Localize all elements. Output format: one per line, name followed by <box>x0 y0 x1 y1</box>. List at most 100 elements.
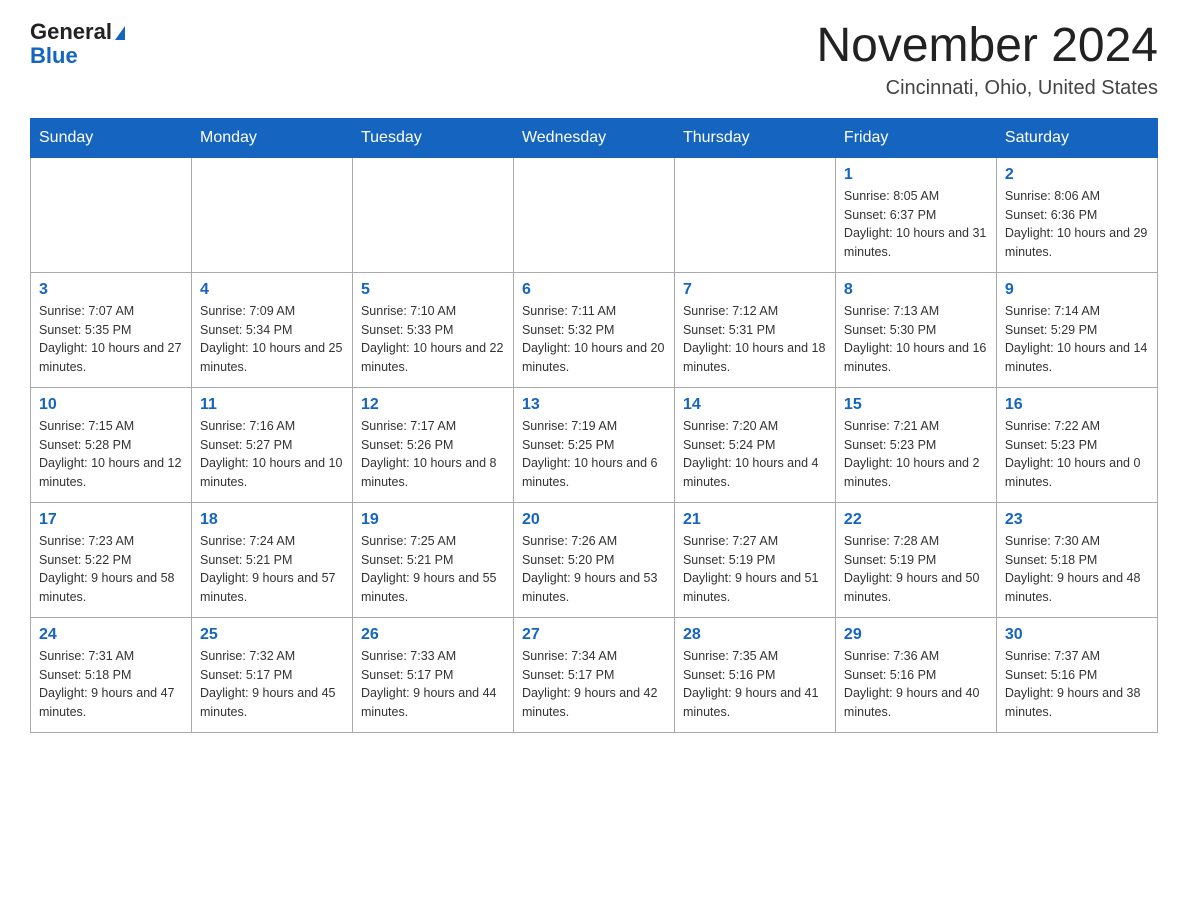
day-info: Sunrise: 7:32 AMSunset: 5:17 PMDaylight:… <box>200 647 344 722</box>
day-number: 14 <box>683 396 827 414</box>
calendar-day-cell: 5 Sunrise: 7:10 AMSunset: 5:33 PMDaylight… <box>352 272 513 387</box>
day-of-week-header: Thursday <box>674 118 835 157</box>
day-info: Sunrise: 7:16 AMSunset: 5:27 PMDaylight:… <box>200 417 344 492</box>
day-of-week-header: Tuesday <box>352 118 513 157</box>
calendar-day-cell: 24 Sunrise: 7:31 AMSunset: 5:18 PMDayligh… <box>31 617 192 732</box>
day-number: 29 <box>844 626 988 644</box>
day-info: Sunrise: 7:28 AMSunset: 5:19 PMDaylight:… <box>844 532 988 607</box>
calendar-day-cell <box>191 157 352 272</box>
day-info: Sunrise: 7:09 AMSunset: 5:34 PMDaylight:… <box>200 302 344 377</box>
calendar-day-cell: 9 Sunrise: 7:14 AMSunset: 5:29 PMDaylight… <box>996 272 1157 387</box>
calendar-day-cell <box>352 157 513 272</box>
calendar-day-cell: 22 Sunrise: 7:28 AMSunset: 5:19 PMDayligh… <box>835 502 996 617</box>
day-number: 30 <box>1005 626 1149 644</box>
day-info: Sunrise: 8:06 AMSunset: 6:36 PMDaylight:… <box>1005 187 1149 262</box>
calendar-day-cell: 21Sunrise: 7:27 AMSunset: 5:19 PMDayligh… <box>674 502 835 617</box>
calendar-day-cell: 10 Sunrise: 7:15 AMSunset: 5:28 PMDayligh… <box>31 387 192 502</box>
calendar-day-cell: 15Sunrise: 7:21 AMSunset: 5:23 PMDayligh… <box>835 387 996 502</box>
calendar-body: 1 Sunrise: 8:05 AMSunset: 6:37 PMDaylight… <box>31 157 1158 732</box>
day-number: 19 <box>361 511 505 529</box>
day-number: 11 <box>200 396 344 414</box>
day-info: Sunrise: 7:35 AMSunset: 5:16 PMDaylight:… <box>683 647 827 722</box>
day-info: Sunrise: 7:17 AMSunset: 5:26 PMDaylight:… <box>361 417 505 492</box>
day-info: Sunrise: 7:31 AMSunset: 5:18 PMDaylight:… <box>39 647 183 722</box>
day-info: Sunrise: 7:34 AMSunset: 5:17 PMDaylight:… <box>522 647 666 722</box>
day-info: Sunrise: 8:05 AMSunset: 6:37 PMDaylight:… <box>844 187 988 262</box>
day-info: Sunrise: 7:13 AMSunset: 5:30 PMDaylight:… <box>844 302 988 377</box>
header-row: SundayMondayTuesdayWednesdayThursdayFrid… <box>31 118 1158 157</box>
calendar-day-cell: 30Sunrise: 7:37 AMSunset: 5:16 PMDayligh… <box>996 617 1157 732</box>
day-info: Sunrise: 7:33 AMSunset: 5:17 PMDaylight:… <box>361 647 505 722</box>
day-of-week-header: Sunday <box>31 118 192 157</box>
logo-bottom-row: Blue <box>30 44 78 68</box>
day-number: 22 <box>844 511 988 529</box>
logo-triangle-icon <box>115 26 125 40</box>
calendar-week-row: 3 Sunrise: 7:07 AMSunset: 5:35 PMDaylight… <box>31 272 1158 387</box>
calendar-week-row: 17 Sunrise: 7:23 AMSunset: 5:22 PMDayligh… <box>31 502 1158 617</box>
day-number: 12 <box>361 396 505 414</box>
day-number: 23 <box>1005 511 1149 529</box>
day-info: Sunrise: 7:10 AMSunset: 5:33 PMDaylight:… <box>361 302 505 377</box>
calendar-day-cell: 7Sunrise: 7:12 AMSunset: 5:31 PMDaylight… <box>674 272 835 387</box>
logo-top-row: General <box>30 20 125 44</box>
calendar-header: SundayMondayTuesdayWednesdayThursdayFrid… <box>31 118 1158 157</box>
day-number: 27 <box>522 626 666 644</box>
day-info: Sunrise: 7:30 AMSunset: 5:18 PMDaylight:… <box>1005 532 1149 607</box>
day-info: Sunrise: 7:20 AMSunset: 5:24 PMDaylight:… <box>683 417 827 492</box>
day-number: 3 <box>39 281 183 299</box>
calendar-day-cell: 17 Sunrise: 7:23 AMSunset: 5:22 PMDayligh… <box>31 502 192 617</box>
day-info: Sunrise: 7:22 AMSunset: 5:23 PMDaylight:… <box>1005 417 1149 492</box>
location-text: Cincinnati, Ohio, United States <box>816 77 1158 100</box>
day-info: Sunrise: 7:24 AMSunset: 5:21 PMDaylight:… <box>200 532 344 607</box>
calendar-day-cell: 23 Sunrise: 7:30 AMSunset: 5:18 PMDayligh… <box>996 502 1157 617</box>
calendar-day-cell: 27 Sunrise: 7:34 AMSunset: 5:17 PMDayligh… <box>513 617 674 732</box>
day-number: 25 <box>200 626 344 644</box>
calendar-day-cell: 14 Sunrise: 7:20 AMSunset: 5:24 PMDayligh… <box>674 387 835 502</box>
calendar-day-cell: 29 Sunrise: 7:36 AMSunset: 5:16 PMDayligh… <box>835 617 996 732</box>
calendar-day-cell: 2 Sunrise: 8:06 AMSunset: 6:36 PMDaylight… <box>996 157 1157 272</box>
day-of-week-header: Monday <box>191 118 352 157</box>
day-number: 17 <box>39 511 183 529</box>
calendar-table: SundayMondayTuesdayWednesdayThursdayFrid… <box>30 118 1158 733</box>
day-number: 26 <box>361 626 505 644</box>
day-info: Sunrise: 7:36 AMSunset: 5:16 PMDaylight:… <box>844 647 988 722</box>
day-number: 4 <box>200 281 344 299</box>
day-number: 20 <box>522 511 666 529</box>
calendar-week-row: 24 Sunrise: 7:31 AMSunset: 5:18 PMDayligh… <box>31 617 1158 732</box>
calendar-day-cell: 26 Sunrise: 7:33 AMSunset: 5:17 PMDayligh… <box>352 617 513 732</box>
day-info: Sunrise: 7:07 AMSunset: 5:35 PMDaylight:… <box>39 302 183 377</box>
calendar-day-cell: 28Sunrise: 7:35 AMSunset: 5:16 PMDayligh… <box>674 617 835 732</box>
calendar-day-cell: 1 Sunrise: 8:05 AMSunset: 6:37 PMDaylight… <box>835 157 996 272</box>
calendar-day-cell: 6Sunrise: 7:11 AMSunset: 5:32 PMDaylight… <box>513 272 674 387</box>
day-info: Sunrise: 7:25 AMSunset: 5:21 PMDaylight:… <box>361 532 505 607</box>
day-number: 13 <box>522 396 666 414</box>
day-number: 10 <box>39 396 183 414</box>
day-number: 2 <box>1005 166 1149 184</box>
calendar-day-cell <box>513 157 674 272</box>
day-of-week-header: Friday <box>835 118 996 157</box>
calendar-day-cell: 20 Sunrise: 7:26 AMSunset: 5:20 PMDayligh… <box>513 502 674 617</box>
logo-general-text: General <box>30 19 112 44</box>
calendar-day-cell: 8Sunrise: 7:13 AMSunset: 5:30 PMDaylight… <box>835 272 996 387</box>
day-number: 1 <box>844 166 988 184</box>
logo-blue-text: Blue <box>30 43 78 68</box>
day-info: Sunrise: 7:21 AMSunset: 5:23 PMDaylight:… <box>844 417 988 492</box>
day-number: 18 <box>200 511 344 529</box>
day-number: 9 <box>1005 281 1149 299</box>
day-info: Sunrise: 7:11 AMSunset: 5:32 PMDaylight:… <box>522 302 666 377</box>
calendar-day-cell: 19 Sunrise: 7:25 AMSunset: 5:21 PMDayligh… <box>352 502 513 617</box>
day-number: 5 <box>361 281 505 299</box>
day-info: Sunrise: 7:15 AMSunset: 5:28 PMDaylight:… <box>39 417 183 492</box>
page-header: General Blue November 2024 Cincinnati, O… <box>30 20 1158 100</box>
day-info: Sunrise: 7:23 AMSunset: 5:22 PMDaylight:… <box>39 532 183 607</box>
day-number: 7 <box>683 281 827 299</box>
day-number: 24 <box>39 626 183 644</box>
day-info: Sunrise: 7:19 AMSunset: 5:25 PMDaylight:… <box>522 417 666 492</box>
day-info: Sunrise: 7:26 AMSunset: 5:20 PMDaylight:… <box>522 532 666 607</box>
calendar-week-row: 1 Sunrise: 8:05 AMSunset: 6:37 PMDaylight… <box>31 157 1158 272</box>
calendar-day-cell <box>31 157 192 272</box>
calendar-day-cell: 11 Sunrise: 7:16 AMSunset: 5:27 PMDayligh… <box>191 387 352 502</box>
day-info: Sunrise: 7:14 AMSunset: 5:29 PMDaylight:… <box>1005 302 1149 377</box>
calendar-day-cell: 18 Sunrise: 7:24 AMSunset: 5:21 PMDayligh… <box>191 502 352 617</box>
day-of-week-header: Saturday <box>996 118 1157 157</box>
